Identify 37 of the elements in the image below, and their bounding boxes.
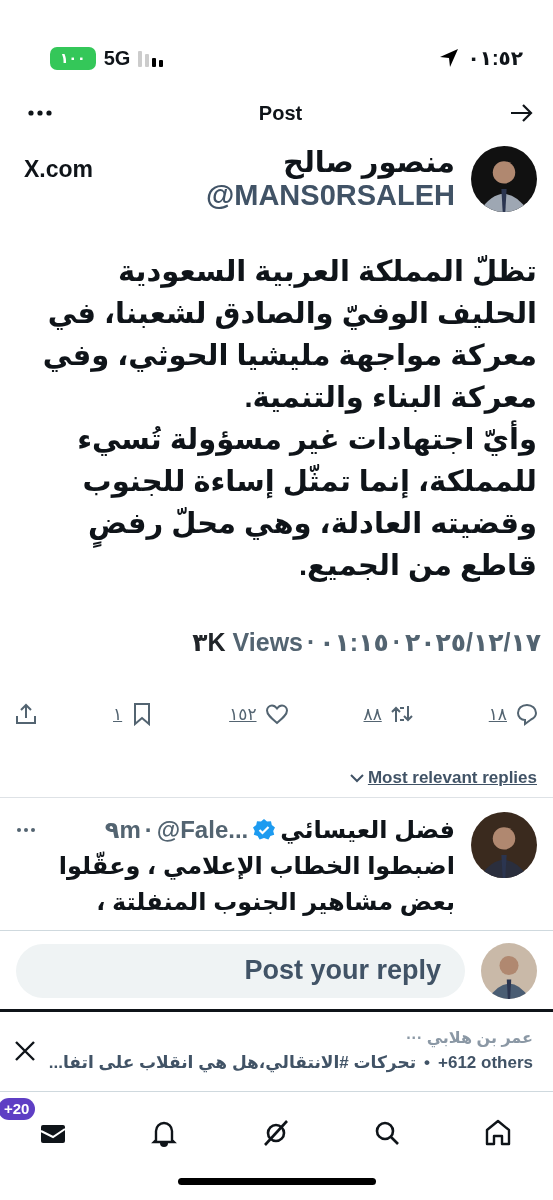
share-icon[interactable] bbox=[14, 702, 39, 727]
action-count: ٨٨ bbox=[363, 703, 382, 726]
network-label: 5G bbox=[103, 46, 131, 71]
reply-icon[interactable] bbox=[515, 702, 539, 727]
like-icon[interactable] bbox=[264, 702, 289, 727]
post-text: وأيّ اجتهادات غير مسؤولة تُسيء للمملكة، إنما تمثّل إساءة للجنوب وقضيته العادلة، وهي محلّ رفضٍ قاطع من الجميع. bbox=[16, 418, 537, 586]
post-date: ٢٠٢٥/١٢/١٧ bbox=[405, 627, 541, 658]
clock: ٠١:٥٢ bbox=[467, 46, 523, 71]
action-count: ١ bbox=[113, 703, 123, 726]
page-title: Post bbox=[258, 101, 303, 126]
post-time: ٠١:١٥ bbox=[319, 627, 389, 658]
sort-link[interactable]: Most relevant replies bbox=[367, 765, 537, 791]
notification-authors: عمر بن هلابي ··· bbox=[405, 1028, 533, 1050]
separator-dot: • bbox=[424, 1052, 430, 1075]
reply-author-name: فضل العيسائي bbox=[280, 814, 455, 846]
more-icon[interactable] bbox=[28, 109, 52, 117]
action-count: ١٥٢ bbox=[229, 703, 257, 726]
notification-text: تحركات #الانتقالي،هل هي انقلاب على اتفا... bbox=[48, 1052, 417, 1075]
reply-time: ٩m bbox=[104, 814, 141, 845]
count-badge: +20 bbox=[0, 1097, 36, 1120]
source-label: X.com bbox=[23, 155, 94, 184]
home-icon[interactable] bbox=[483, 1117, 513, 1148]
separator-dot: · bbox=[392, 627, 402, 658]
chevron-down-icon bbox=[349, 772, 364, 783]
notification-others: +612 others bbox=[438, 1052, 533, 1075]
action-count: ١٨ bbox=[488, 703, 507, 726]
reply-input[interactable]: Post your reply bbox=[16, 943, 465, 998]
close-icon[interactable] bbox=[14, 1040, 36, 1062]
reply-text: اضبطوا الخطاب الإعلامي ، وعقّلوا بعض مشاهير الجنوب المنفلتة ، bbox=[57, 850, 455, 918]
separator-dot: · bbox=[307, 627, 316, 658]
post-text: تظلّ المملكة العربية السعودية الحليف الوفيّ والصادق لشعبنا، في معركة مواجهة مليشيا الحوثي، وفي معركة البناء والتنمية. bbox=[41, 254, 537, 416]
separator-dot: · bbox=[144, 814, 153, 845]
battery-level: ١٠٠ bbox=[50, 46, 96, 70]
more-icon[interactable] bbox=[16, 826, 36, 833]
author-name: منصور صالح bbox=[283, 146, 455, 180]
reply-handle: @Fale... bbox=[156, 814, 249, 845]
author-handle: @MANS0RSALEH bbox=[205, 179, 455, 212]
